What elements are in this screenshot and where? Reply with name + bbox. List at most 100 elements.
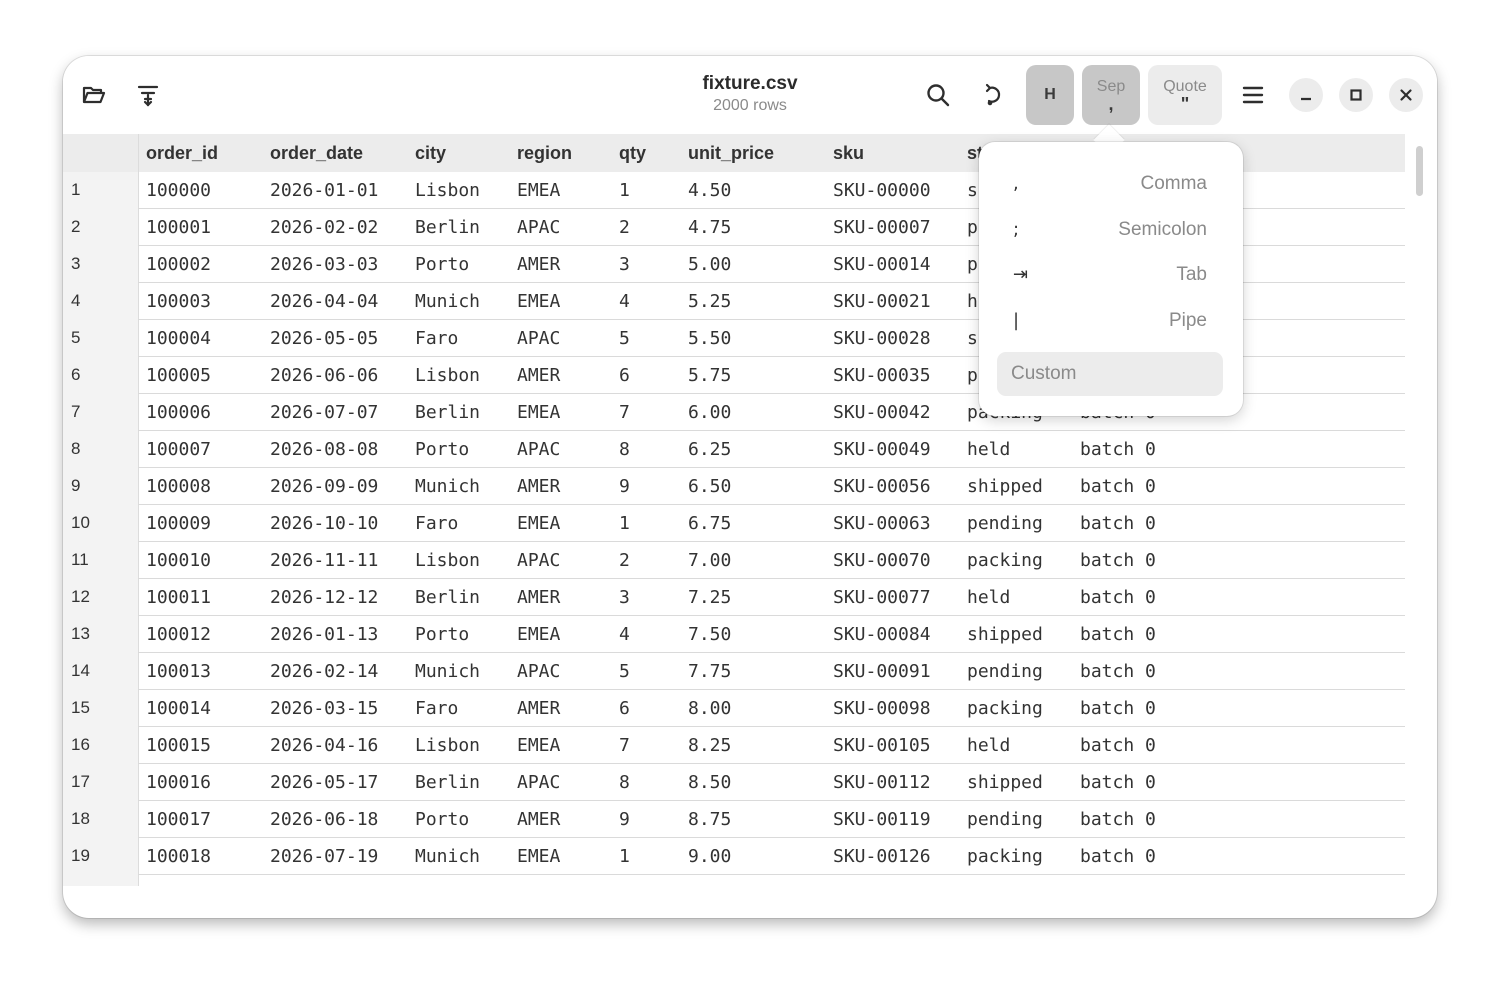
- table-cell[interactable]: 5.00: [688, 246, 731, 284]
- table-cell[interactable]: EMEA: [517, 505, 560, 543]
- table-cell[interactable]: 8.25: [688, 727, 731, 765]
- table-cell[interactable]: 2026-09-09: [270, 468, 378, 506]
- table-cell[interactable]: 8.00: [688, 690, 731, 728]
- table-cell[interactable]: Faro: [415, 505, 458, 543]
- table-cell[interactable]: SKU-00063: [833, 505, 931, 543]
- table-cell[interactable]: APAC: [517, 542, 560, 580]
- separator-option-pipe[interactable]: | Pipe: [997, 301, 1225, 341]
- table-cell[interactable]: SKU-00084: [833, 616, 931, 654]
- table-cell[interactable]: 2: [619, 209, 630, 247]
- table-cell[interactable]: Lisbon: [415, 727, 480, 765]
- table-cell[interactable]: Munich: [415, 838, 480, 876]
- table-cell[interactable]: h: [967, 283, 978, 321]
- table-cell[interactable]: SKU-00077: [833, 579, 931, 617]
- table-cell[interactable]: 100001: [146, 209, 211, 247]
- table-cell[interactable]: 8.75: [688, 801, 731, 839]
- table-cell[interactable]: 2026-05-05: [270, 320, 378, 358]
- table-cell[interactable]: 2: [619, 542, 630, 580]
- table-cell[interactable]: 2026-10-10: [270, 505, 378, 543]
- table-cell[interactable]: Faro: [415, 320, 458, 358]
- table-cell[interactable]: SKU-00021: [833, 283, 931, 321]
- table-cell[interactable]: SKU-00098: [833, 690, 931, 728]
- table-cell[interactable]: 2026-05-17: [270, 764, 378, 802]
- table-cell[interactable]: 5: [619, 653, 630, 691]
- table-cell[interactable]: 2026-02-02: [270, 209, 378, 247]
- table-cell[interactable]: batch 0: [1080, 542, 1156, 580]
- table-cell[interactable]: 100011: [146, 579, 211, 617]
- table-cell[interactable]: EMEA: [517, 283, 560, 321]
- table-cell[interactable]: Porto: [415, 246, 469, 284]
- table-cell[interactable]: packing: [967, 690, 1043, 728]
- filter-icon[interactable]: [128, 76, 168, 114]
- column-header-order_date[interactable]: order_date: [270, 134, 363, 172]
- table-cell[interactable]: EMEA: [517, 727, 560, 765]
- table-cell[interactable]: 7.75: [688, 653, 731, 691]
- table-cell[interactable]: Munich: [415, 468, 480, 506]
- table-cell[interactable]: 4: [619, 283, 630, 321]
- table-cell[interactable]: 8: [619, 764, 630, 802]
- table-cell[interactable]: Lisbon: [415, 542, 480, 580]
- table-cell[interactable]: shipped: [967, 616, 1043, 654]
- table-cell[interactable]: 1: [619, 838, 630, 876]
- table-cell[interactable]: batch 0: [1080, 468, 1156, 506]
- column-header-sku[interactable]: sku: [833, 134, 864, 172]
- table-cell[interactable]: 8: [619, 431, 630, 469]
- folder-open-icon[interactable]: [74, 76, 114, 114]
- table-row[interactable]: 15 100014 2026-03-15 Faro AMER 6 8.00 SKU-00098…: [63, 690, 1405, 727]
- separator-option-tab[interactable]: ⇥ Tab: [997, 255, 1225, 295]
- table-cell[interactable]: 7.25: [688, 579, 731, 617]
- table-cell[interactable]: 9: [619, 468, 630, 506]
- table-row[interactable]: 12 100011 2026-12-12 Berlin AMER 3 7.25 SKU-000…: [63, 579, 1405, 616]
- table-cell[interactable]: batch 0: [1080, 579, 1156, 617]
- custom-separator-input[interactable]: [997, 352, 1223, 396]
- table-cell[interactable]: 6.50: [688, 468, 731, 506]
- table-cell[interactable]: SKU-00105: [833, 727, 931, 765]
- table-cell[interactable]: APAC: [517, 320, 560, 358]
- table-row[interactable]: 9 100008 2026-09-09 Munich AMER 9 6.50 SKU-0005…: [63, 468, 1405, 505]
- header-row-toggle[interactable]: H: [1026, 65, 1074, 125]
- table-cell[interactable]: 2026-04-04: [270, 283, 378, 321]
- table-cell[interactable]: AMER: [517, 246, 560, 284]
- table-cell[interactable]: APAC: [517, 653, 560, 691]
- table-cell[interactable]: SKU-00056: [833, 468, 931, 506]
- table-cell[interactable]: 100010: [146, 542, 211, 580]
- table-cell[interactable]: batch 0: [1080, 690, 1156, 728]
- table-cell[interactable]: 100014: [146, 690, 211, 728]
- table-cell[interactable]: 5.75: [688, 357, 731, 395]
- separator-toggle[interactable]: Sep ,: [1082, 65, 1140, 125]
- column-header-city[interactable]: city: [415, 134, 446, 172]
- table-cell[interactable]: batch 0: [1080, 727, 1156, 765]
- table-cell[interactable]: 2026-08-08: [270, 431, 378, 469]
- table-cell[interactable]: Berlin: [415, 394, 480, 432]
- table-cell[interactable]: 7.00: [688, 542, 731, 580]
- table-cell[interactable]: SKU-00119: [833, 801, 931, 839]
- table-cell[interactable]: 2026-01-01: [270, 172, 378, 210]
- table-cell[interactable]: EMEA: [517, 394, 560, 432]
- table-cell[interactable]: pending: [967, 505, 1043, 543]
- table-row[interactable]: 8 100007 2026-08-08 Porto APAC 8 6.25 SKU-00049…: [63, 431, 1405, 468]
- table-cell[interactable]: SKU-00042: [833, 394, 931, 432]
- table-cell[interactable]: Porto: [415, 616, 469, 654]
- table-row[interactable]: 11 100010 2026-11-11 Lisbon APAC 2 7.00 SKU-000…: [63, 542, 1405, 579]
- minimize-icon[interactable]: [1289, 78, 1323, 112]
- table-cell[interactable]: AMER: [517, 468, 560, 506]
- table-cell[interactable]: 100006: [146, 394, 211, 432]
- separator-option-semicolon[interactable]: ; Semicolon: [997, 210, 1225, 250]
- table-row[interactable]: 10 100009 2026-10-10 Faro EMEA 1 6.75 SKU-00063…: [63, 505, 1405, 542]
- column-header-region[interactable]: region: [517, 134, 572, 172]
- table-cell[interactable]: EMEA: [517, 172, 560, 210]
- table-cell[interactable]: EMEA: [517, 838, 560, 876]
- table-cell[interactable]: 8.50: [688, 764, 731, 802]
- table-cell[interactable]: 100008: [146, 468, 211, 506]
- table-cell[interactable]: Berlin: [415, 764, 480, 802]
- table-cell[interactable]: SKU-00035: [833, 357, 931, 395]
- table-cell[interactable]: s: [967, 320, 978, 358]
- close-icon[interactable]: [1389, 78, 1423, 112]
- table-cell[interactable]: packing: [967, 838, 1043, 876]
- table-cell[interactable]: 5.50: [688, 320, 731, 358]
- table-cell[interactable]: 4.75: [688, 209, 731, 247]
- table-cell[interactable]: 100018: [146, 838, 211, 876]
- table-cell[interactable]: 2026-01-13: [270, 616, 378, 654]
- table-cell[interactable]: 5.25: [688, 283, 731, 321]
- column-header-order_id[interactable]: order_id: [146, 134, 218, 172]
